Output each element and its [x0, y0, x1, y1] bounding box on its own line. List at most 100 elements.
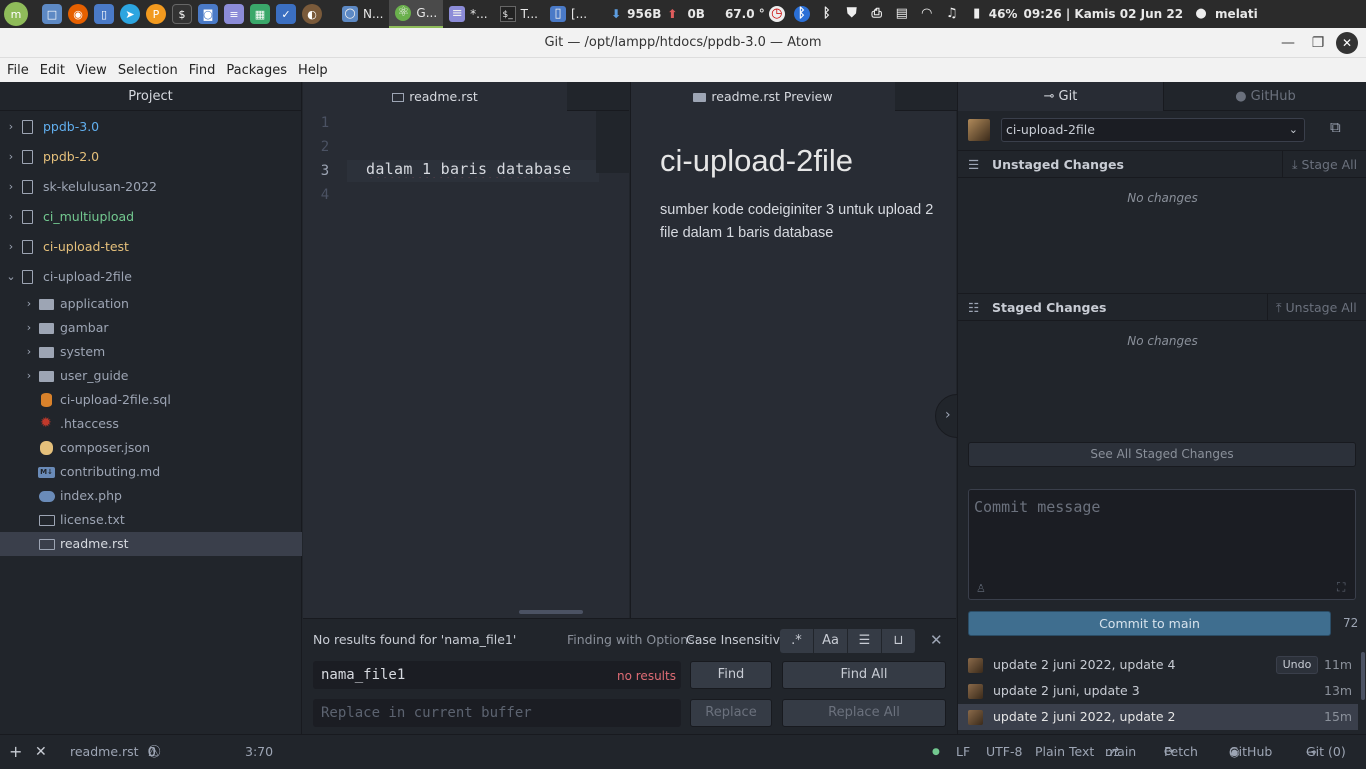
in-selection-toggle-button[interactable]: ☰	[848, 629, 882, 653]
minimap[interactable]	[596, 111, 629, 173]
bluetooth-icon[interactable]: ᛒ	[819, 6, 835, 22]
close-window-icon[interactable]: ✕	[1336, 32, 1358, 54]
shield-icon[interactable]: ⛊	[844, 6, 860, 22]
text-editor-launcher-icon[interactable]: ≡	[224, 4, 244, 24]
clipboard-icon[interactable]: ▤	[894, 6, 910, 22]
tab-readme-rst[interactable]: readme.rst	[303, 82, 567, 111]
file-ci-upload-2file-sql[interactable]: ci-upload-2file.sql	[0, 388, 302, 412]
postman-launcher-icon[interactable]: P	[146, 4, 166, 24]
project-ppdb-3-0[interactable]: › ppdb-3.0	[0, 115, 302, 139]
terminal-launcher-icon[interactable]: $	[172, 4, 192, 24]
branch-menu-icon[interactable]: ⧉	[1330, 118, 1341, 136]
case-sensitive-toggle-button[interactable]: Aa	[814, 629, 848, 653]
project-ci-upload-test[interactable]: › ci-upload-test	[0, 235, 302, 259]
calc-launcher-icon[interactable]: ▦	[250, 4, 270, 24]
battery-icon[interactable]: ▮	[969, 6, 985, 22]
folder-user-guide[interactable]: › user_guide	[0, 364, 302, 388]
close-find-panel-icon[interactable]: ✕	[930, 631, 943, 649]
expand-commit-icon[interactable]: ⛶	[1337, 580, 1345, 595]
find-button[interactable]: Find	[690, 661, 772, 689]
user-name[interactable]: melati	[1215, 7, 1258, 21]
mint-menu-icon[interactable]: m	[4, 2, 28, 26]
taskbar-item-chromium[interactable]: ○ N...	[336, 0, 389, 28]
branch-select[interactable]: ci-upload-2file ⌄	[1001, 118, 1305, 142]
markdown-preview-pane[interactable]: readme.rst Preview ci-upload-2file sumbe…	[630, 82, 979, 618]
menu-view[interactable]: View	[71, 63, 112, 78]
firefox-launcher-icon[interactable]: ◉	[68, 4, 88, 24]
menu-file[interactable]: File	[2, 63, 34, 78]
folder-application[interactable]: › application	[0, 292, 302, 316]
horizontal-scrollbar[interactable]	[519, 610, 583, 614]
taskbar-item-terminal[interactable]: $_ T...	[494, 0, 544, 28]
find-all-button[interactable]: Find All	[782, 661, 946, 689]
close-icon[interactable]: ✕	[35, 735, 47, 769]
grammar-selector[interactable]: Plain Text	[1035, 735, 1094, 769]
clock-indicator-icon[interactable]: ◷	[768, 6, 785, 22]
staged-changes-header: ☷ Staged Changes ⤒ Unstage All	[958, 293, 1366, 321]
tree-view-header[interactable]: Project	[0, 82, 301, 111]
tab-github[interactable]: ● GitHub	[1163, 82, 1366, 111]
tab-readme-preview[interactable]: readme.rst Preview	[631, 82, 895, 111]
recent-commit-item[interactable]: update 2 juni 2022, update 4 Undo 11m	[958, 652, 1358, 678]
taskbar-item-atom[interactable]: ⚛ G...	[389, 0, 444, 28]
screenshot-launcher-icon[interactable]: ◙	[198, 4, 218, 24]
project-sk-kelulusan-2022[interactable]: › sk-kelulusan-2022	[0, 175, 302, 199]
menu-packages[interactable]: Packages	[221, 63, 292, 78]
file-composer-json[interactable]: composer.json	[0, 436, 302, 460]
menu-help[interactable]: Help	[293, 63, 333, 78]
taskbar-item-text-editor[interactable]: ≡ *...	[443, 0, 493, 28]
menu-find[interactable]: Find	[184, 63, 221, 78]
project-ci-multiupload[interactable]: › ci_multiupload	[0, 205, 302, 229]
bluetooth-tray-icon[interactable]: ᛒ	[793, 6, 810, 22]
recent-commit-item[interactable]: update 2 juni 2022, update 2 15m	[958, 704, 1358, 730]
text-editor-pane[interactable]: readme.rst 1 2 3 4 dalam 1 baris databas…	[303, 82, 629, 618]
telegram-launcher-icon[interactable]: ➤	[120, 4, 140, 24]
unstage-all-button[interactable]: ⤒ Unstage All	[1276, 294, 1357, 322]
commits-scrollbar[interactable]	[1361, 652, 1365, 700]
find-options-value: Case Insensitive	[686, 632, 788, 647]
tasks-launcher-icon[interactable]: ✓	[276, 4, 296, 24]
menu-edit[interactable]: Edit	[35, 63, 70, 78]
files-launcher-icon[interactable]: ▯	[94, 4, 114, 24]
tasklist-icon: ☷	[968, 300, 980, 315]
file-index-php[interactable]: index.php	[0, 484, 302, 508]
undo-commit-button[interactable]: Undo	[1276, 656, 1318, 674]
code-line[interactable]: dalam 1 baris database	[366, 160, 584, 178]
replace-input[interactable]: Replace in current buffer	[313, 699, 681, 727]
see-all-staged-button[interactable]: See All Staged Changes	[968, 442, 1356, 467]
file-htaccess[interactable]: ✹ .htaccess	[0, 412, 302, 436]
whole-word-toggle-button[interactable]: ⊔	[882, 629, 916, 653]
project-ppdb-2-0[interactable]: › ppdb-2.0	[0, 145, 302, 169]
add-icon[interactable]: +	[9, 735, 22, 769]
co-author-icon[interactable]: ♙	[976, 582, 986, 595]
replace-button[interactable]: Replace	[690, 699, 772, 727]
commit-button[interactable]: Commit to main	[968, 611, 1331, 636]
menu-selection[interactable]: Selection	[113, 63, 183, 78]
editor-tab-bar: readme.rst	[303, 82, 629, 111]
file-manager-launcher-icon[interactable]: □	[42, 4, 62, 24]
minimize-icon[interactable]: —	[1273, 28, 1303, 58]
cursor-position[interactable]: 3:70	[245, 735, 273, 769]
line-ending[interactable]: LF	[956, 735, 970, 769]
project-ci-upload-2file[interactable]: ⌄ ci-upload-2file	[0, 265, 302, 289]
maximize-icon[interactable]: ❐	[1303, 28, 1333, 58]
folder-system[interactable]: › system	[0, 340, 302, 364]
clock[interactable]: 09:26 | Kamis 02 Jun 22	[1023, 7, 1183, 21]
file-contributing-md[interactable]: M↓ contributing.md	[0, 460, 302, 484]
file-readme-rst[interactable]: readme.rst	[0, 532, 302, 556]
wifi-icon[interactable]: ◠	[919, 6, 935, 22]
file-encoding[interactable]: UTF-8	[986, 735, 1022, 769]
folder-gambar[interactable]: › gambar	[0, 316, 302, 340]
stage-all-button[interactable]: ⤓ Stage All	[1292, 151, 1357, 179]
status-file-name[interactable]: readme.rst	[70, 735, 139, 769]
file-license-txt[interactable]: license.txt	[0, 508, 302, 532]
music-icon[interactable]: ♫	[944, 6, 960, 22]
printer-icon[interactable]: ⎙	[869, 6, 885, 22]
tab-git[interactable]: ⊸ Git	[958, 82, 1163, 111]
dbeaver-launcher-icon[interactable]: ◐	[302, 4, 322, 24]
regex-toggle-button[interactable]: .*	[780, 629, 814, 653]
commit-message-editor[interactable]: Commit message ♙ ⛶	[968, 489, 1356, 600]
replace-all-button[interactable]: Replace All	[782, 699, 946, 727]
recent-commit-item[interactable]: update 2 juni, update 3 13m	[958, 678, 1358, 704]
taskbar-item-file-manager[interactable]: ▯ [...	[544, 0, 593, 28]
